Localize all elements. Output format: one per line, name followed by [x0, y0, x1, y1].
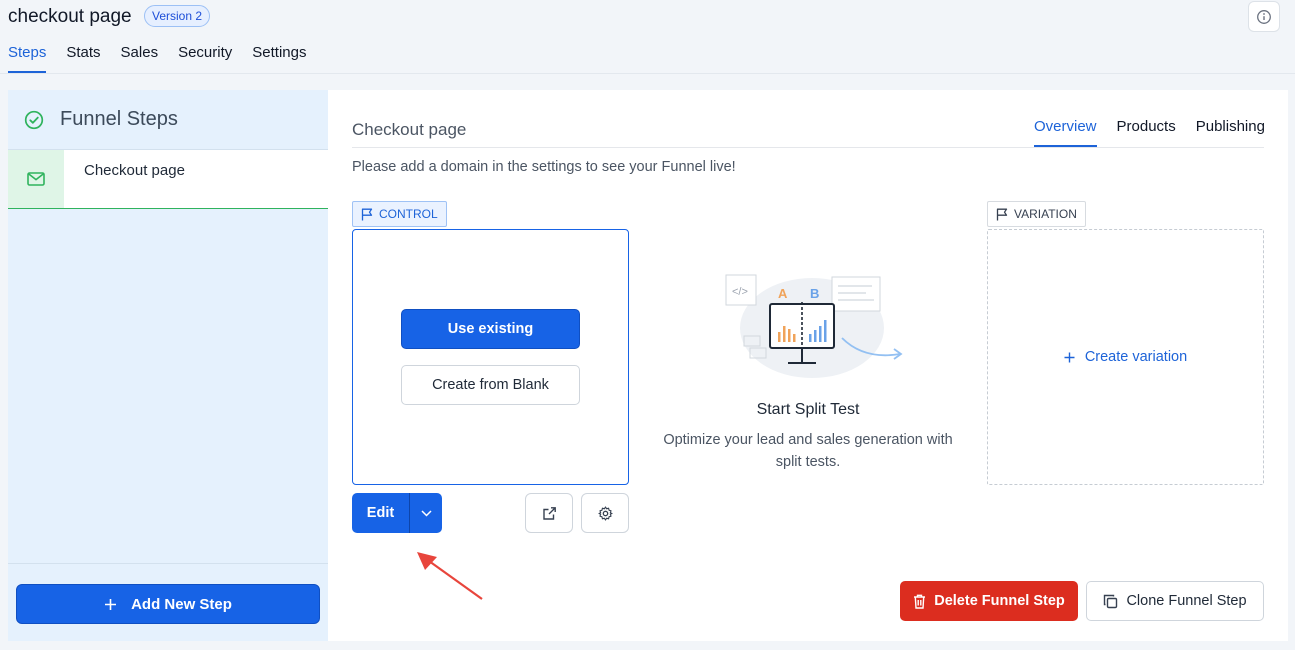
info-button[interactable]: [1248, 1, 1280, 32]
use-existing-button[interactable]: Use existing: [401, 309, 580, 349]
page-title: checkout page: [8, 6, 132, 27]
chevron-down-icon: [420, 509, 432, 517]
annotation-arrow-icon: [417, 552, 483, 600]
tab-steps[interactable]: Steps: [8, 44, 47, 73]
create-variation-label: Create variation: [1084, 349, 1188, 365]
delete-funnel-step-button[interactable]: Delete Funnel Step: [900, 581, 1078, 621]
plus-icon: [1064, 352, 1075, 362]
open-preview-button[interactable]: [525, 493, 573, 533]
split-test-description: Optimize your lead and sales generation …: [663, 432, 953, 470]
tab-settings[interactable]: Settings: [252, 44, 306, 73]
sidebar-header: Funnel Steps: [8, 90, 328, 150]
tab-products[interactable]: Products: [1117, 118, 1176, 147]
split-test-illustration: </> A B: [724, 274, 908, 389]
flag-icon: [996, 208, 1008, 220]
edit-split-button: Edit: [352, 493, 442, 533]
tab-security[interactable]: Security: [178, 44, 232, 73]
sidebar-step-label: Checkout page: [84, 162, 185, 179]
control-tag-label: CONTROL: [379, 207, 438, 221]
create-variation-area[interactable]: Create variation: [987, 229, 1264, 485]
flag-icon: [361, 208, 373, 220]
copy-icon: [1104, 594, 1118, 608]
variation-tag-label: VARIATION: [1014, 207, 1077, 221]
funnel-steps-sidebar: Funnel Steps Checkout page Add New Step: [8, 90, 328, 641]
step-icon-box: [8, 150, 64, 208]
plus-icon: [105, 598, 117, 610]
check-circle-icon: [23, 109, 45, 131]
create-from-blank-button[interactable]: Create from Blank: [401, 365, 580, 405]
step-settings-button[interactable]: [581, 493, 629, 533]
sidebar-step-checkout-page[interactable]: Checkout page: [8, 150, 328, 209]
split-test-title: Start Split Test: [756, 401, 860, 418]
external-link-icon: [542, 506, 556, 520]
sidebar-divider: [8, 563, 328, 564]
control-variant-box: Use existing Create from Blank: [352, 229, 629, 485]
add-new-step-label: Add New Step: [131, 595, 232, 613]
tab-overview[interactable]: Overview: [1034, 118, 1097, 147]
trash-icon: [914, 594, 926, 609]
clone-funnel-step-button[interactable]: Clone Funnel Step: [1086, 581, 1264, 621]
variation-tag: VARIATION: [987, 201, 1086, 227]
header-divider: [352, 147, 1264, 148]
svg-text:</>: </>: [732, 286, 748, 298]
svg-text:B: B: [810, 286, 819, 301]
tab-stats[interactable]: Stats: [66, 44, 100, 73]
version-badge[interactable]: Version 2: [144, 5, 211, 27]
delete-funnel-step-label: Delete Funnel Step: [934, 593, 1065, 609]
tab-publishing[interactable]: Publishing: [1196, 118, 1265, 147]
page-header: checkout page Version 2 Steps Stats Sale…: [0, 0, 1295, 74]
edit-button[interactable]: Edit: [352, 493, 410, 533]
svg-text:A: A: [778, 286, 788, 301]
add-new-step-button[interactable]: Add New Step: [16, 584, 320, 624]
main-nav: Steps Stats Sales Security Settings: [8, 44, 306, 73]
step-title: Checkout page: [352, 120, 467, 139]
domain-notice: Please add a domain in the settings to s…: [352, 159, 736, 175]
info-icon: [1257, 9, 1271, 24]
control-tag: CONTROL: [352, 201, 447, 227]
gear-icon: [597, 505, 613, 521]
envelope-icon: [27, 172, 45, 186]
step-tabs: Overview Products Publishing: [1034, 118, 1265, 147]
sidebar-title: Funnel Steps: [60, 108, 178, 130]
clone-funnel-step-label: Clone Funnel Step: [1126, 593, 1247, 609]
edit-dropdown-toggle[interactable]: [410, 493, 442, 533]
tab-sales[interactable]: Sales: [121, 44, 159, 73]
